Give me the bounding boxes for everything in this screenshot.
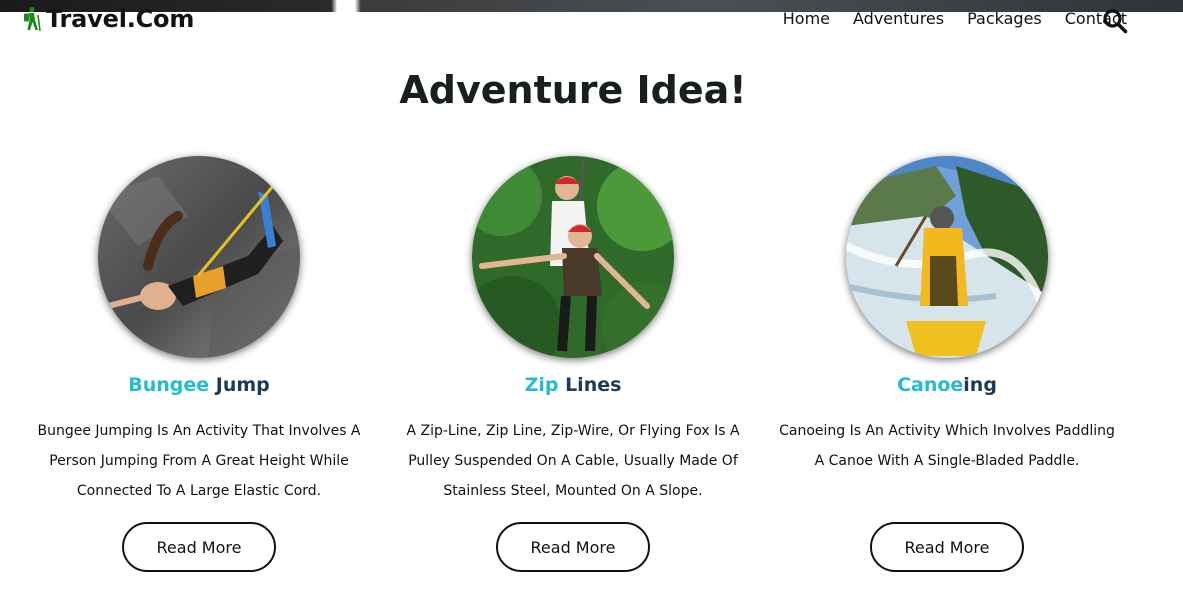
read-more-button[interactable]: Read More bbox=[122, 522, 276, 572]
card-title: Zip Lines bbox=[524, 374, 622, 396]
nav-adventures[interactable]: Adventures bbox=[853, 9, 944, 28]
search-icon[interactable] bbox=[1102, 8, 1128, 34]
main-nav: Home Adventures Packages Contact bbox=[783, 9, 1127, 28]
navbar: Travel.Com Home Adventures Packages Cont… bbox=[0, 0, 1183, 40]
read-more-button[interactable]: Read More bbox=[870, 522, 1024, 572]
card-title: Canoeing bbox=[897, 374, 997, 396]
canoeing-photo bbox=[846, 156, 1048, 358]
nav-packages[interactable]: Packages bbox=[967, 9, 1042, 28]
brand-name: Travel.Com bbox=[46, 5, 195, 33]
hiker-icon bbox=[24, 6, 41, 32]
card-description: Bungee Jumping Is An Activity That Invol… bbox=[37, 423, 361, 499]
card-description: Canoeing Is An Activity Which Involves P… bbox=[779, 423, 1115, 469]
card-title: Bungee Jump bbox=[128, 374, 270, 396]
zip-line-photo bbox=[472, 156, 674, 358]
bungee-jump-photo bbox=[98, 156, 300, 358]
adventure-card: Zip Lines A Zip-Line, Zip Line, Zip-Wire… bbox=[386, 156, 760, 506]
read-more-button[interactable]: Read More bbox=[496, 522, 650, 572]
adventure-card: Bungee Jump Bungee Jumping Is An Activit… bbox=[12, 156, 386, 506]
nav-home[interactable]: Home bbox=[783, 9, 830, 28]
adventure-card: Canoeing Canoeing Is An Activity Which I… bbox=[760, 156, 1134, 476]
section-title: Adventure Idea! bbox=[399, 68, 747, 112]
card-description: A Zip-Line, Zip Line, Zip-Wire, Or Flyin… bbox=[406, 423, 740, 499]
logo[interactable]: Travel.Com bbox=[20, 5, 194, 33]
